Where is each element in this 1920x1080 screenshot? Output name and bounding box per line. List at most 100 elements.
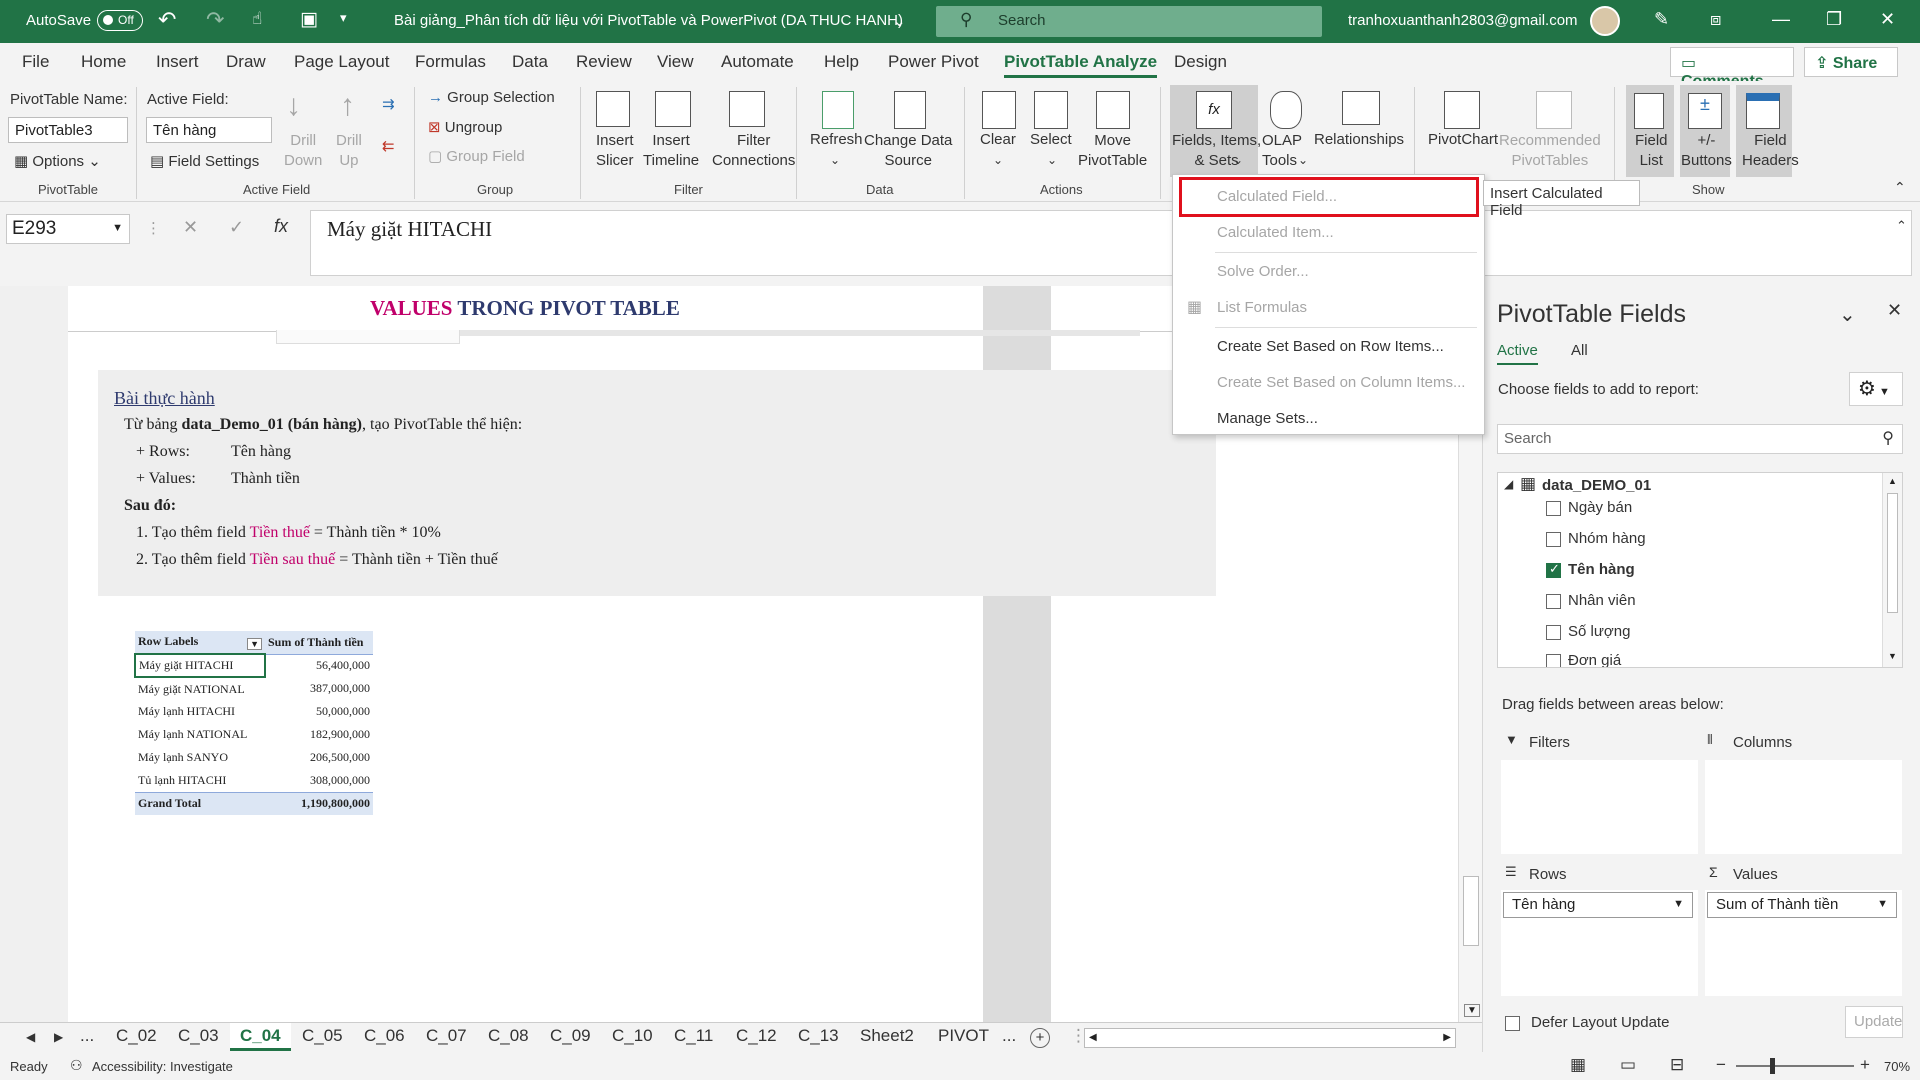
tab-pivottable-analyze[interactable]: PivotTable Analyze <box>1004 52 1158 78</box>
row-value[interactable]: 308,000,000 <box>265 769 373 792</box>
relationships-button[interactable]: Relationships <box>1314 131 1404 148</box>
update-button[interactable]: Update <box>1845 1006 1903 1038</box>
expand-field-icon[interactable]: ⇉ <box>382 95 395 113</box>
tab-active[interactable]: Active <box>1497 342 1538 365</box>
menu-item-calculated-field[interactable]: Calculated Field... <box>1217 188 1337 205</box>
cancel-icon[interactable]: ✕ <box>183 217 198 238</box>
sheet-tab-c05[interactable]: C_05 <box>302 1026 343 1046</box>
sheet-tab-c06[interactable]: C_06 <box>364 1026 405 1046</box>
menu-item-manage-sets[interactable]: Manage Sets... <box>1217 410 1318 427</box>
field-scroll-thumb[interactable] <box>1887 493 1898 613</box>
menu-item-list-formulas[interactable]: List Formulas <box>1217 299 1307 316</box>
sheet-tab-c12[interactable]: C_12 <box>736 1026 777 1046</box>
clear-button[interactable]: Clear <box>980 131 1016 148</box>
rows-field-pill[interactable]: Tên hàng ▼ <box>1503 892 1693 918</box>
tab-review[interactable]: Review <box>576 52 632 72</box>
row-label[interactable]: Máy giặt HITACHI <box>134 653 266 678</box>
tools-button[interactable]: ⚙ ▼ <box>1849 372 1903 406</box>
chevron-down-icon[interactable]: ▼ <box>1877 898 1888 910</box>
prev-sheet-icon[interactable]: ◀ <box>26 1030 35 1044</box>
tab-power-pivot[interactable]: Power Pivot <box>888 52 979 72</box>
field-scroll-up-icon[interactable]: ▲ <box>1888 476 1897 486</box>
sheet-tab-c04[interactable]: C_04 <box>230 1023 291 1051</box>
drill-down-button[interactable]: Drill Down <box>284 131 322 171</box>
olap-tools-button[interactable]: OLAP Tools <box>1262 131 1302 171</box>
close-icon[interactable]: ✕ <box>1880 9 1895 30</box>
insert-timeline-button[interactable]: Insert Timeline <box>643 131 699 171</box>
row-label[interactable]: Máy lạnh HITACHI <box>135 700 265 723</box>
tab-design[interactable]: Design <box>1174 52 1227 72</box>
comments-button[interactable]: ▭ Comments <box>1670 47 1794 90</box>
table-collapse-icon[interactable]: ◢ <box>1504 477 1513 491</box>
table-row[interactable]: Máy lạnh NATIONAL 182,900,000 <box>135 723 373 746</box>
table-row[interactable]: Máy giặt HITACHI 56,400,000 <box>134 653 373 678</box>
group-selection-button[interactable]: → Group Selection <box>428 89 555 106</box>
table-row[interactable]: Máy lạnh HITACHI 50,000,000 <box>135 700 373 723</box>
sheet-tab-c10[interactable]: C_10 <box>612 1026 653 1046</box>
save-icon[interactable]: ▣ <box>300 8 318 31</box>
pane-close-icon[interactable]: ✕ <box>1887 300 1902 321</box>
sum-header[interactable]: Sum of Thành tiền <box>265 631 373 655</box>
group-field-button[interactable]: ▢ Group Field <box>428 147 525 165</box>
tab-view[interactable]: View <box>657 52 694 72</box>
ribbon-display-icon[interactable]: ⧈ <box>1710 9 1721 30</box>
field-list-scrollbar[interactable]: ▲ ▼ <box>1882 473 1902 667</box>
move-pivottable-button[interactable]: Move PivotTable <box>1078 131 1147 171</box>
chevron-down-icon[interactable]: ▼ <box>1673 898 1684 910</box>
sheet-tab-c03[interactable]: C_03 <box>178 1026 219 1046</box>
document-title[interactable]: Bài giảng_Phân tích dữ liệu với PivotTab… <box>394 12 903 29</box>
scroll-thumb[interactable] <box>1463 876 1479 946</box>
field-checkbox[interactable] <box>1546 654 1561 667</box>
table-row[interactable]: Máy giặt NATIONAL 387,000,000 <box>135 677 373 700</box>
field-checkbox[interactable] <box>1546 594 1561 609</box>
sheet-tab-c11[interactable]: C_11 <box>674 1026 713 1046</box>
sheet-tab-pivot[interactable]: PIVOT <box>938 1026 989 1046</box>
next-sheet-icon[interactable]: ▶ <box>54 1030 63 1044</box>
row-value[interactable]: 206,500,000 <box>265 746 373 769</box>
zoom-level[interactable]: 70% <box>1884 1059 1910 1074</box>
share-button[interactable]: ⇪ Share <box>1804 47 1898 77</box>
tab-insert[interactable]: Insert <box>156 52 199 72</box>
menu-item-solve-order[interactable]: Solve Order... <box>1217 263 1309 280</box>
grand-total-label[interactable]: Grand Total <box>135 791 265 815</box>
user-email[interactable]: tranhoxuanthanh2803@gmail.com <box>1348 12 1578 29</box>
accessibility-status[interactable]: Accessibility: Investigate <box>92 1059 233 1074</box>
select-chevron-icon[interactable]: ⌄ <box>1047 153 1057 167</box>
field-list[interactable]: ◢ ▦ data_DEMO_01 Ngày bán Nhóm hàng Tên … <box>1497 472 1903 668</box>
row-label[interactable]: Máy lạnh NATIONAL <box>135 723 265 746</box>
page-break-view-icon[interactable]: ⊟ <box>1670 1055 1684 1075</box>
sheet-tab-c07[interactable]: C_07 <box>426 1026 467 1046</box>
minimize-icon[interactable]: — <box>1772 9 1790 30</box>
name-box-chevron-icon[interactable]: ▼ <box>112 222 123 234</box>
undo-icon[interactable]: ↶ <box>158 7 176 33</box>
normal-view-icon[interactable]: ▦ <box>1570 1055 1586 1075</box>
active-field-input[interactable]: Tên hàng <box>146 117 272 143</box>
row-value[interactable]: 387,000,000 <box>265 677 373 700</box>
pivot-table[interactable]: Row Labels ▼ Sum of Thành tiền Máy giặt H… <box>134 631 373 815</box>
formula-input[interactable]: Máy giặt HITACHI <box>310 210 1912 276</box>
field-checkbox[interactable] <box>1546 625 1561 640</box>
clear-chevron-icon[interactable]: ⌄ <box>993 153 1003 167</box>
row-label[interactable]: Máy lạnh SANYO <box>135 746 265 769</box>
horizontal-scrollbar[interactable]: ◀ ▶ <box>1084 1028 1456 1048</box>
sheet-tab-more-left[interactable]: ... <box>80 1026 94 1046</box>
row-label[interactable]: Máy giặt NATIONAL <box>135 677 265 700</box>
collapse-field-icon[interactable]: ⇇ <box>382 137 395 155</box>
collapse-ribbon-icon[interactable]: ⌃ <box>1894 179 1906 196</box>
insert-slicer-button[interactable]: Insert Slicer <box>596 131 634 171</box>
refresh-button[interactable]: Refresh <box>810 131 863 148</box>
defer-layout-checkbox[interactable] <box>1505 1016 1520 1031</box>
select-button[interactable]: Select <box>1030 131 1072 148</box>
row-label[interactable]: Tủ lạnh HITACHI <box>135 769 265 792</box>
field-checkbox[interactable] <box>1546 532 1561 547</box>
tab-help[interactable]: Help <box>824 52 859 72</box>
avatar[interactable] <box>1590 6 1620 36</box>
pen-icon[interactable]: ✎ <box>1654 9 1669 30</box>
insert-function-icon[interactable]: fx <box>274 216 288 237</box>
field-checkbox[interactable] <box>1546 561 1561 578</box>
zoom-slider-thumb[interactable] <box>1770 1058 1775 1074</box>
refresh-chevron-icon[interactable]: ⌄ <box>830 153 840 167</box>
values-field-pill[interactable]: Sum of Thành tiền ▼ <box>1707 892 1897 918</box>
change-data-source-button[interactable]: Change Data Source <box>864 131 952 171</box>
columns-drop-area[interactable] <box>1705 760 1902 854</box>
